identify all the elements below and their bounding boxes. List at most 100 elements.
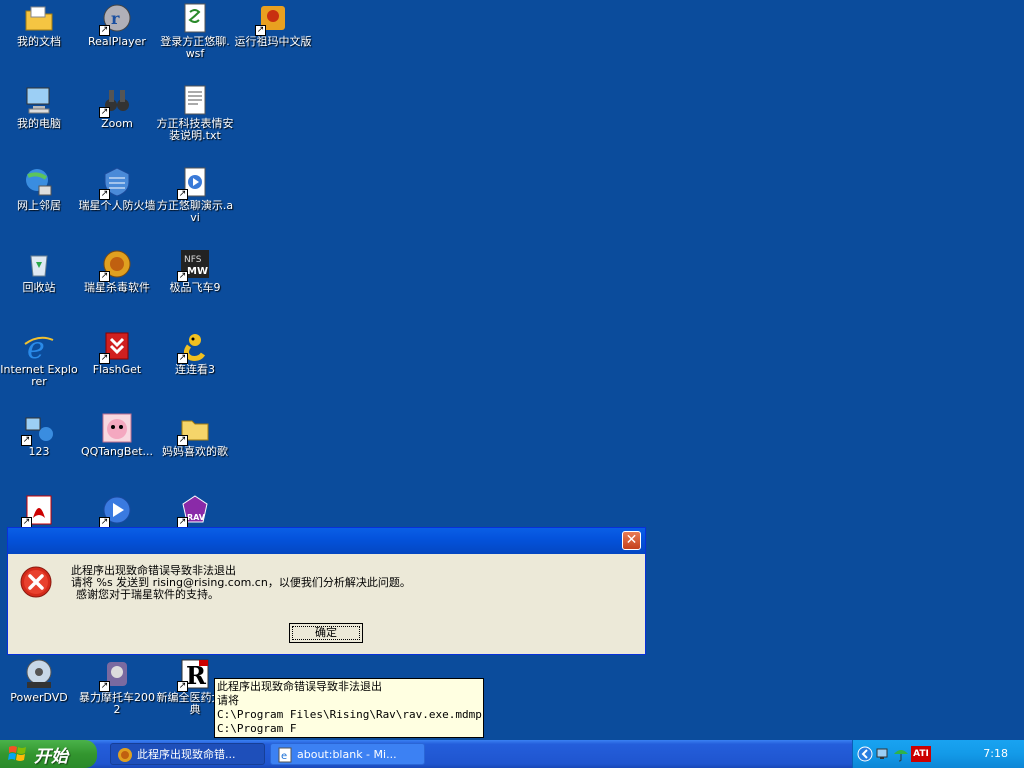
desktop-icon[interactable]: NFS MW ↗ 极品飞车9 [156, 248, 234, 328]
desktop-icon[interactable]: 登录方正悠聊.wsf [156, 2, 234, 82]
zuma-icon: ↗ [255, 2, 289, 36]
network-computer-icon: ↗ [21, 412, 55, 446]
desktop-icon[interactable]: 我的电脑 [0, 84, 78, 164]
tooltip-line: 请将 [217, 694, 239, 707]
desktop-icon-label: 瑞星杀毒软件 [84, 281, 150, 294]
taskbar-button-error-dialog[interactable]: 此程序出现致命错... [110, 743, 265, 765]
start-button[interactable]: 开始 [0, 740, 97, 768]
text-file-icon [179, 84, 211, 116]
shortcut-arrow-icon: ↗ [177, 435, 188, 446]
desktop-icon-label: 方正科技表情安装说明.txt [156, 117, 234, 142]
desktop-icon-label: RealPlayer [88, 35, 146, 48]
svg-text:e: e [281, 751, 287, 762]
shortcut-arrow-icon: ↗ [177, 681, 188, 692]
rising-lion-icon [118, 748, 132, 762]
realplayer-icon: r ↗ [99, 2, 133, 36]
svg-text:RAV: RAV [187, 513, 206, 522]
desktop-icon[interactable]: e Internet Explorer [0, 330, 78, 410]
svg-text:MW: MW [187, 266, 208, 277]
chevron-left-icon[interactable] [857, 746, 873, 762]
umbrella-icon[interactable] [893, 746, 909, 762]
desktop-icon[interactable]: ↗ 方正悠聊演示.avi [156, 166, 234, 246]
desktop-icon[interactable]: ↗ 瑞星杀毒软件 [78, 248, 156, 328]
desktop-icon[interactable]: 回收站 [0, 248, 78, 328]
desktop-icon-label: QQTangBet... [80, 445, 154, 458]
network-icon[interactable] [875, 746, 891, 762]
shortcut-arrow-icon: ↗ [177, 189, 188, 200]
desktop-icon-label: 网上邻居 [17, 199, 61, 212]
desktop-icon[interactable]: ↗ Zoom [78, 84, 156, 164]
desktop-icon-label: 方正悠聊演示.avi [156, 199, 234, 224]
my-computer-icon [23, 84, 55, 116]
desktop-icon-label: Zoom [101, 117, 133, 130]
desktop-icon[interactable]: 网上邻居 [0, 166, 78, 246]
dictionary-icon: R ↗ [177, 658, 211, 692]
error-icon [20, 566, 52, 598]
binoculars-icon: ↗ [99, 84, 133, 118]
windows-flag-icon [8, 746, 26, 761]
clock[interactable]: 7:18 [983, 747, 1008, 760]
rav-icon: RAV ↗ [177, 494, 211, 528]
desktop-icon[interactable]: ↗ 连连看3 [156, 330, 234, 410]
ok-button[interactable]: 确定 [289, 623, 363, 643]
folder-icon: ↗ [177, 412, 211, 446]
desktop-icon-label: 登录方正悠聊.wsf [160, 35, 230, 60]
system-tray: ATI 7:18 [852, 740, 1024, 768]
desktop-icon-label: 123 [28, 445, 50, 458]
moto-game-icon: ↗ [99, 658, 133, 692]
desktop-icon[interactable]: ↗ 妈妈喜欢的歌 [156, 412, 234, 492]
shortcut-arrow-icon: ↗ [99, 681, 110, 692]
qqtang-icon [101, 412, 133, 444]
firewall-icon: ↗ [99, 166, 133, 200]
desktop-icon[interactable]: 方正科技表情安装说明.txt [156, 84, 234, 164]
taskbar: 开始 此程序出现致命错... e about:blank - Mi... ? [0, 740, 1024, 768]
shortcut-arrow-icon: ↗ [177, 353, 188, 364]
shortcut-arrow-icon: ↗ [99, 25, 110, 36]
tooltip-line: 此程序出现致命错误导致非法退出 [217, 680, 382, 693]
close-button[interactable]: ✕ [622, 531, 641, 550]
svg-text:e: e [27, 331, 45, 362]
taskbar-button-browser[interactable]: e about:blank - Mi... [270, 743, 425, 765]
my-documents-icon [23, 2, 55, 34]
shortcut-arrow-icon: ↗ [99, 189, 110, 200]
balloon-tooltip: 此程序出现致命错误导致非法退出 请将 C:\Program Files\Risi… [214, 678, 484, 738]
nfs-game-icon: NFS MW ↗ [177, 248, 211, 282]
dialog-message: 此程序出现致命错误导致非法退出 请将 %s 发送到 rising@rising.… [71, 565, 411, 601]
desktop-icon-label: Internet Explorer [0, 363, 78, 388]
desktop-icon[interactable]: ↗ 123 [0, 412, 78, 492]
flashget-icon: ↗ [99, 330, 133, 364]
shortcut-arrow-icon: ↗ [255, 25, 266, 36]
desktop-icon[interactable]: ↗ 瑞星个人防火墙 [78, 166, 156, 246]
antivirus-icon: ↗ [99, 248, 133, 282]
acrobat-icon: ↗ [21, 494, 55, 528]
desktop-icon[interactable]: r ↗ RealPlayer [78, 2, 156, 82]
task-label: about:blank - Mi... [297, 748, 397, 761]
shortcut-arrow-icon: ↗ [99, 271, 110, 282]
ie-page-icon: e [278, 747, 292, 763]
desktop-icon-label: 暴力摩托车2002 [79, 691, 155, 716]
desktop-icon[interactable]: PowerDVD [0, 658, 78, 738]
shortcut-arrow-icon: ↗ [99, 107, 110, 118]
ati-icon[interactable]: ATI [911, 746, 931, 762]
desktop-icon-label: 回收站 [22, 281, 56, 294]
svg-text:r: r [111, 9, 120, 28]
desktop-icon[interactable]: 我的文档 [0, 2, 78, 82]
desktop-icon[interactable]: ↗ FlashGet [78, 330, 156, 410]
media-player-icon: ↗ [99, 494, 133, 528]
desktop-icon-label: 瑞星个人防火墙 [78, 199, 156, 212]
internet-explorer-icon: e [23, 330, 55, 362]
start-label: 开始 [34, 746, 68, 767]
video-file-icon: ↗ [177, 166, 211, 200]
desktop-icon-label: FlashGet [92, 363, 142, 376]
task-label: 此程序出现致命错... [137, 748, 236, 761]
shortcut-arrow-icon: ↗ [99, 353, 110, 364]
message-line-3: 感谢您对于瑞星软件的支持。 [76, 588, 219, 601]
shortcut-arrow-icon: ↗ [21, 435, 32, 446]
desktop-icon-label: PowerDVD [10, 691, 68, 704]
desktop-icon-label: 极品飞车9 [169, 281, 221, 294]
shortcut-arrow-icon: ↗ [177, 271, 188, 282]
desktop-icon[interactable]: QQTangBet... [78, 412, 156, 492]
desktop-icon[interactable]: ↗ 暴力摩托车2002 [78, 658, 156, 738]
dialog-titlebar[interactable]: ✕ [8, 528, 645, 554]
desktop-icon[interactable]: ↗ 运行祖玛中文版 [234, 2, 312, 82]
